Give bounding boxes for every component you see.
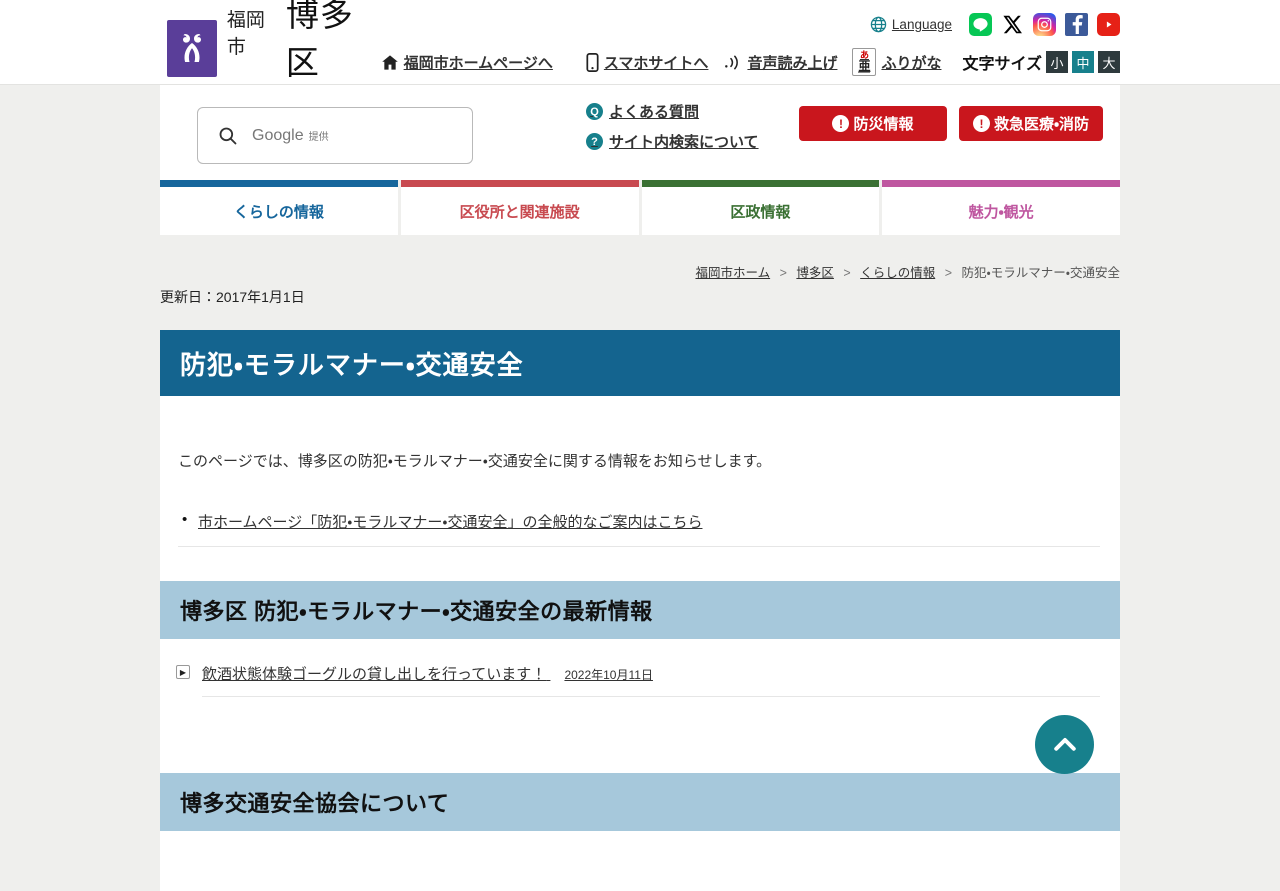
tab-living-info[interactable]: くらしの情報 [160, 180, 398, 235]
exclamation-icon: ! [832, 115, 850, 132]
traffic-safety-association-heading: 博多交通安全協会について [160, 773, 1120, 831]
hakata-ward-emblem-icon [167, 19, 217, 77]
logo-ward-text: 博多区 [285, 0, 354, 81]
line-icon[interactable] [969, 13, 992, 36]
faq-link[interactable]: Q よくある質問 [586, 101, 759, 122]
news-date: 2022年10月11日 [564, 668, 653, 682]
search-icon [219, 127, 237, 144]
language-link[interactable]: Language [870, 16, 952, 33]
intro-text: このページでは、博多区の防犯・モラルマナー・交通安全に関する情報をお知らせします… [178, 453, 772, 470]
x-icon[interactable] [1001, 13, 1024, 36]
font-size-control: 文字サイズ 小 中 大 [962, 50, 1120, 74]
city-home-link[interactable]: 福岡市ホームページへ [381, 52, 553, 73]
tab-ward-office[interactable]: 区役所と関連施設 [400, 180, 639, 235]
smartphone-icon [586, 52, 599, 72]
news-section: ▶ 飲酒状態体験ゴーグルの貸し出しを行っています！ 2022年10月11日 [160, 639, 1120, 773]
page-title: 防犯・モラルマナー・交通安全 [180, 349, 524, 380]
site-logo[interactable]: 福岡市 博多区 FUKUOKA CITY HAKATA WARD [167, 0, 381, 108]
emergency-medical-button[interactable]: ! 救急医療・消防 [959, 106, 1103, 141]
exclamation-icon: ! [972, 115, 990, 132]
font-size-label: 文字サイズ [962, 56, 1042, 73]
tab-attractions-tourism[interactable]: 魅力・観光 [882, 180, 1120, 235]
facebook-icon[interactable] [1065, 13, 1088, 36]
news-item: ▶ 飲酒状態体験ゴーグルの貸し出しを行っています！ 2022年10月11日 [176, 663, 1100, 697]
instagram-icon[interactable] [1033, 13, 1056, 36]
question-icon: ? [586, 133, 603, 150]
breadcrumb-city-home[interactable]: 福岡市ホーム [695, 266, 770, 280]
news-section-heading: 博多区 防犯・モラルマナー・交通安全の最新情報 [160, 581, 1120, 639]
search-placeholder: Google 提供 [252, 126, 329, 144]
breadcrumb: 福岡市ホーム > 博多区 > くらしの情報 > 防犯・モラルマナー・交通安全 [695, 266, 1120, 280]
search-band: Google 提供 Q よくある質問 ? サイト内検索について ! 防災情報 ! … [160, 85, 1120, 180]
font-size-large-button[interactable]: 大 [1098, 51, 1120, 73]
about-site-search-link[interactable]: ? サイト内検索について [586, 131, 759, 152]
chevron-up-icon [1053, 737, 1076, 751]
general-guide-link[interactable]: 市ホームページ「防犯・モラルマナー・交通安全」の全般的なご案内はこちら [198, 514, 702, 531]
text-to-speech-link[interactable]: 音声読み上げ [723, 52, 837, 73]
tab-ward-administration[interactable]: 区政情報 [641, 180, 880, 235]
furigana-icon: あ 亜 [852, 48, 877, 76]
updated-date: 更新日：2017年1月1日 [160, 289, 305, 305]
speaker-icon [725, 55, 739, 69]
logo-city-text: 福岡市 [226, 10, 265, 58]
site-header: 福岡市 博多区 FUKUOKA CITY HAKATA WARD Lan [0, 0, 1280, 108]
mobile-site-link[interactable]: スマホサイトへ [586, 52, 708, 73]
disaster-info-button[interactable]: ! 防災情報 [799, 106, 947, 141]
youtube-icon[interactable] [1097, 13, 1120, 36]
site-search-input[interactable]: Google 提供 [197, 107, 473, 164]
arrow-right-icon: ▶ [176, 665, 190, 679]
q-icon: Q [586, 103, 603, 120]
main-nav: くらしの情報 区役所と関連施設 区政情報 魅力・観光 [160, 180, 1120, 235]
home-icon [381, 54, 398, 70]
intro-section: このページでは、博多区の防犯・モラルマナー・交通安全に関する情報をお知らせします… [160, 396, 1120, 581]
news-link[interactable]: 飲酒状態体験ゴーグルの貸し出しを行っています！ 2022年10月11日 [202, 666, 653, 683]
globe-icon [870, 16, 887, 33]
breadcrumb-current-page: 防犯・モラルマナー・交通安全 [961, 266, 1120, 280]
page-title-bar: 防犯・モラルマナー・交通安全 [160, 330, 1120, 396]
scroll-to-top-button[interactable] [1035, 715, 1094, 774]
font-size-medium-button[interactable]: 中 [1072, 51, 1094, 73]
font-size-small-button[interactable]: 小 [1046, 51, 1068, 73]
furigana-link[interactable]: あ 亜 ふりがな [852, 48, 941, 76]
meta-band: 福岡市ホーム > 博多区 > くらしの情報 > 防犯・モラルマナー・交通安全 更… [160, 235, 1120, 330]
breadcrumb-hakata-ward[interactable]: 博多区 [796, 266, 834, 280]
breadcrumb-living-info[interactable]: くらしの情報 [860, 266, 935, 280]
list-item: 市ホームページ「防犯・モラルマナー・交通安全」の全般的なご案内はこちら [178, 511, 1100, 547]
